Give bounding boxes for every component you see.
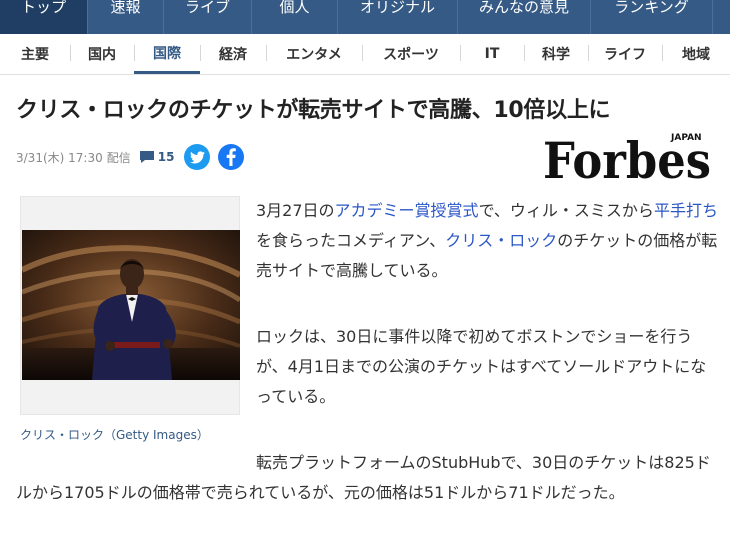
comment-link[interactable]: 15 [139, 150, 175, 164]
top-nav-item-breaking[interactable]: 速報 [88, 0, 164, 34]
top-nav-item-ranking[interactable]: ランキング [591, 0, 713, 34]
distributed-label: 配信 [106, 150, 131, 165]
comment-icon [139, 151, 154, 163]
article-photo[interactable] [22, 230, 240, 380]
top-nav-overflow [713, 0, 730, 34]
facebook-share-button[interactable] [218, 144, 245, 170]
article-paragraph-3: 転売プラットフォームのStubHubで、30日のチケットは825ドルから1705… [16, 453, 711, 502]
forbes-logo-graphic: Forbes JAPAN [543, 131, 711, 190]
category-tab-domestic[interactable]: 国内 [70, 34, 134, 74]
category-tab-science[interactable]: 科学 [524, 34, 588, 74]
category-tab-local[interactable]: 地域 [662, 34, 730, 74]
top-nav-item-live[interactable]: ライブ [164, 0, 252, 34]
comment-count: 15 [157, 150, 175, 164]
top-nav-item-individual[interactable]: 個人 [252, 0, 338, 34]
category-tab-economy[interactable]: 経済 [200, 34, 266, 74]
article-paragraph-1: 3月27日のアカデミー賞授賞式で、ウィル・スミスから平手打ちを食らったコメディア… [256, 201, 718, 280]
article-meta: 3/31(木) 17:30 配信 15 [16, 144, 245, 170]
link-slap[interactable]: 平手打ち [654, 201, 718, 220]
publish-date: 3/31(木) 17:30 [16, 150, 103, 165]
category-tab-life[interactable]: ライフ [588, 34, 662, 74]
facebook-icon [227, 148, 237, 166]
article-paragraph-2: ロックは、30日に事件以降で初めてボストンでショーを行うが、4月1日までの公演の… [256, 327, 707, 406]
twitter-share-button[interactable] [184, 144, 211, 170]
article-headline: クリス・ロックのチケットが転売サイトで高騰、10倍以上に [16, 98, 611, 123]
photo-caption: クリス・ロック（Getty Images） [20, 428, 209, 442]
category-nav: 主要 国内 国際 経済 エンタメ スポーツ IT 科学 ライフ 地域 [0, 34, 730, 75]
top-nav-item-opinions[interactable]: みんなの意見 [458, 0, 591, 34]
top-nav-item-original[interactable]: オリジナル [338, 0, 458, 34]
twitter-icon [189, 150, 205, 163]
category-tab-it[interactable]: IT [460, 34, 524, 74]
top-nav: トップ 速報 ライブ 個人 オリジナル みんなの意見 ランキング [0, 0, 730, 34]
top-nav-item-top[interactable]: トップ [0, 0, 88, 34]
link-academy-awards[interactable]: アカデミー賞授賞式 [335, 201, 479, 220]
category-tab-international[interactable]: 国際 [134, 34, 200, 74]
link-chris-rock[interactable]: クリス・ロック [445, 231, 557, 250]
category-tab-entertainment[interactable]: エンタメ [266, 34, 362, 74]
forbes-japan-logo[interactable]: Forbes JAPAN [540, 126, 715, 190]
photo-chris-rock-on-stage [22, 230, 240, 380]
svg-text:JAPAN: JAPAN [670, 133, 702, 143]
category-tab-main[interactable]: 主要 [0, 34, 70, 74]
category-tab-sports[interactable]: スポーツ [362, 34, 460, 74]
